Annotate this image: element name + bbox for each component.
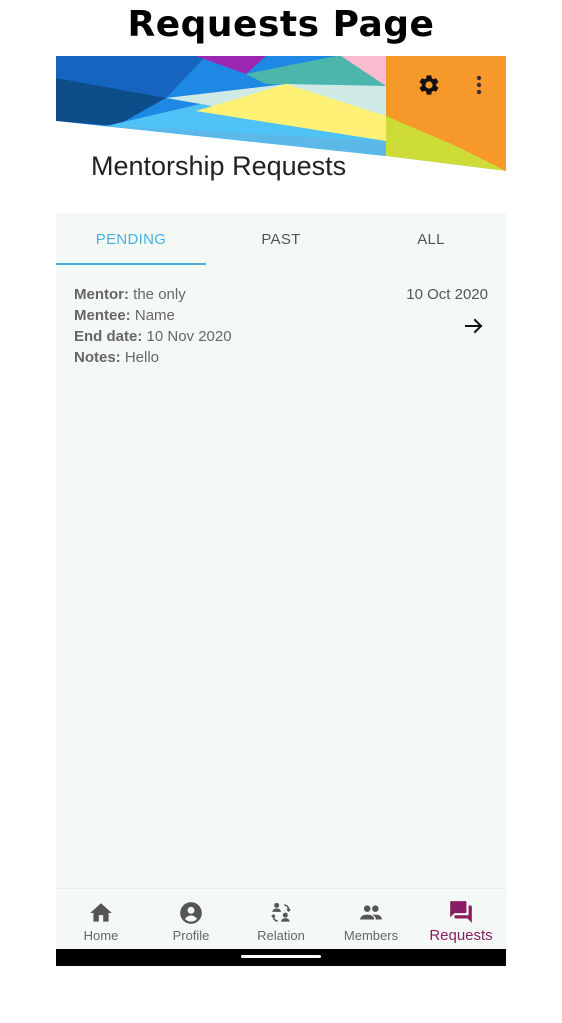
notes-row: Notes: Hello: [74, 349, 159, 366]
mentor-label: Mentor:: [74, 286, 129, 303]
notes-label: Notes:: [74, 349, 121, 366]
tab-pending[interactable]: PENDING: [56, 213, 206, 265]
request-tabs: PENDING PAST ALL: [56, 213, 506, 265]
nav-relation[interactable]: Relation: [236, 889, 326, 950]
phone-screen: Mentorship Requests PENDING PAST ALL Men…: [56, 56, 506, 966]
notes-value: Hello: [124, 349, 160, 366]
gear-icon[interactable]: [414, 70, 444, 100]
tab-past[interactable]: PAST: [206, 213, 356, 265]
mentee-value: Name: [134, 307, 175, 324]
home-indicator[interactable]: [241, 955, 321, 958]
nav-profile[interactable]: Profile: [146, 889, 236, 950]
mentee-row: Mentee: Name: [74, 307, 175, 324]
end-date-row: End date: 10 Nov 2020: [74, 328, 232, 345]
arrow-forward-icon[interactable]: [462, 314, 486, 338]
nav-home[interactable]: Home: [56, 889, 146, 950]
nav-requests[interactable]: Requests: [416, 889, 506, 950]
mentee-label: Mentee:: [74, 307, 131, 324]
bottom-navigation: Home Profile Relation Members Requests: [56, 888, 506, 950]
page-caption: Requests Page: [127, 3, 435, 45]
nav-relation-label: Relation: [257, 928, 305, 943]
nav-requests-label: Requests: [429, 927, 493, 944]
nav-profile-label: Profile: [172, 928, 210, 943]
members-icon: [360, 905, 382, 920]
nav-members-label: Members: [343, 928, 399, 943]
home-icon: [90, 903, 112, 922]
mentor-row: Mentor: the only: [74, 286, 186, 303]
nav-home-label: Home: [83, 928, 119, 943]
request-date: 10 Oct 2020: [406, 286, 488, 303]
account-circle-icon: [180, 902, 202, 924]
requests-icon: [450, 901, 472, 923]
app-header: Mentorship Requests: [56, 56, 506, 213]
tab-all[interactable]: ALL: [356, 213, 506, 265]
system-navigation-bar: [56, 949, 506, 966]
mentor-value: the only: [133, 286, 186, 303]
request-list-item[interactable]: Mentor: the only Mentee: Name End date: …: [56, 278, 506, 378]
end-date-value: 10 Nov 2020: [146, 328, 232, 345]
header-actions: [414, 70, 494, 100]
more-vert-icon[interactable]: [464, 70, 494, 100]
relation-icon: [271, 902, 291, 922]
end-date-label: End date:: [74, 328, 143, 345]
nav-members[interactable]: Members: [326, 889, 416, 950]
page-title: Mentorship Requests: [91, 151, 347, 181]
